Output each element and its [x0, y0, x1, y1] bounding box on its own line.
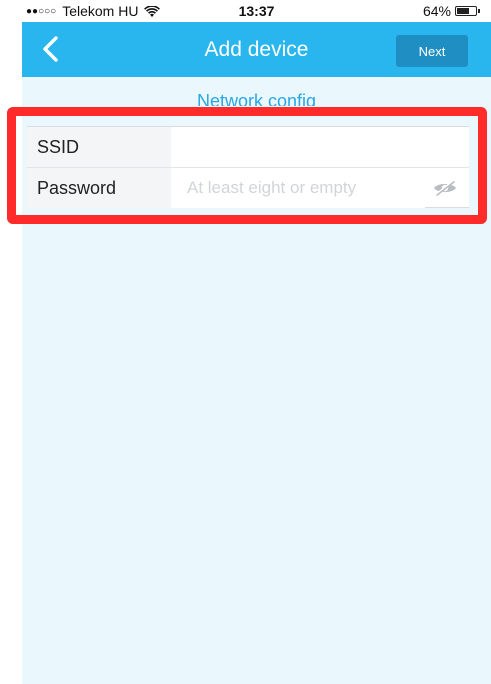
- ssid-label: SSID: [27, 127, 171, 167]
- next-button[interactable]: Next: [396, 35, 468, 67]
- password-input[interactable]: [171, 168, 425, 208]
- battery-percent: 64%: [422, 3, 451, 19]
- navigation-bar: Add device Next: [22, 22, 491, 77]
- battery-tip: [478, 9, 480, 13]
- password-visibility-toggle[interactable]: [425, 169, 465, 207]
- status-bar: ●●○○○ Telekom HU 13:37 64%: [22, 0, 491, 22]
- app-screen: ●●○○○ Telekom HU 13:37 64% Add device Ne…: [22, 0, 491, 684]
- status-time: 13:37: [238, 3, 275, 19]
- ssid-row: SSID: [27, 127, 469, 167]
- ssid-input[interactable]: [171, 127, 469, 167]
- status-right: 64%: [422, 3, 480, 19]
- network-config-form: SSID Password: [27, 126, 469, 208]
- password-row: Password: [27, 168, 469, 208]
- battery-icon: [455, 6, 480, 16]
- battery-level: [457, 8, 469, 14]
- section-title: Network config: [196, 91, 317, 106]
- eye-off-icon: [434, 179, 456, 197]
- password-label: Password: [27, 168, 171, 208]
